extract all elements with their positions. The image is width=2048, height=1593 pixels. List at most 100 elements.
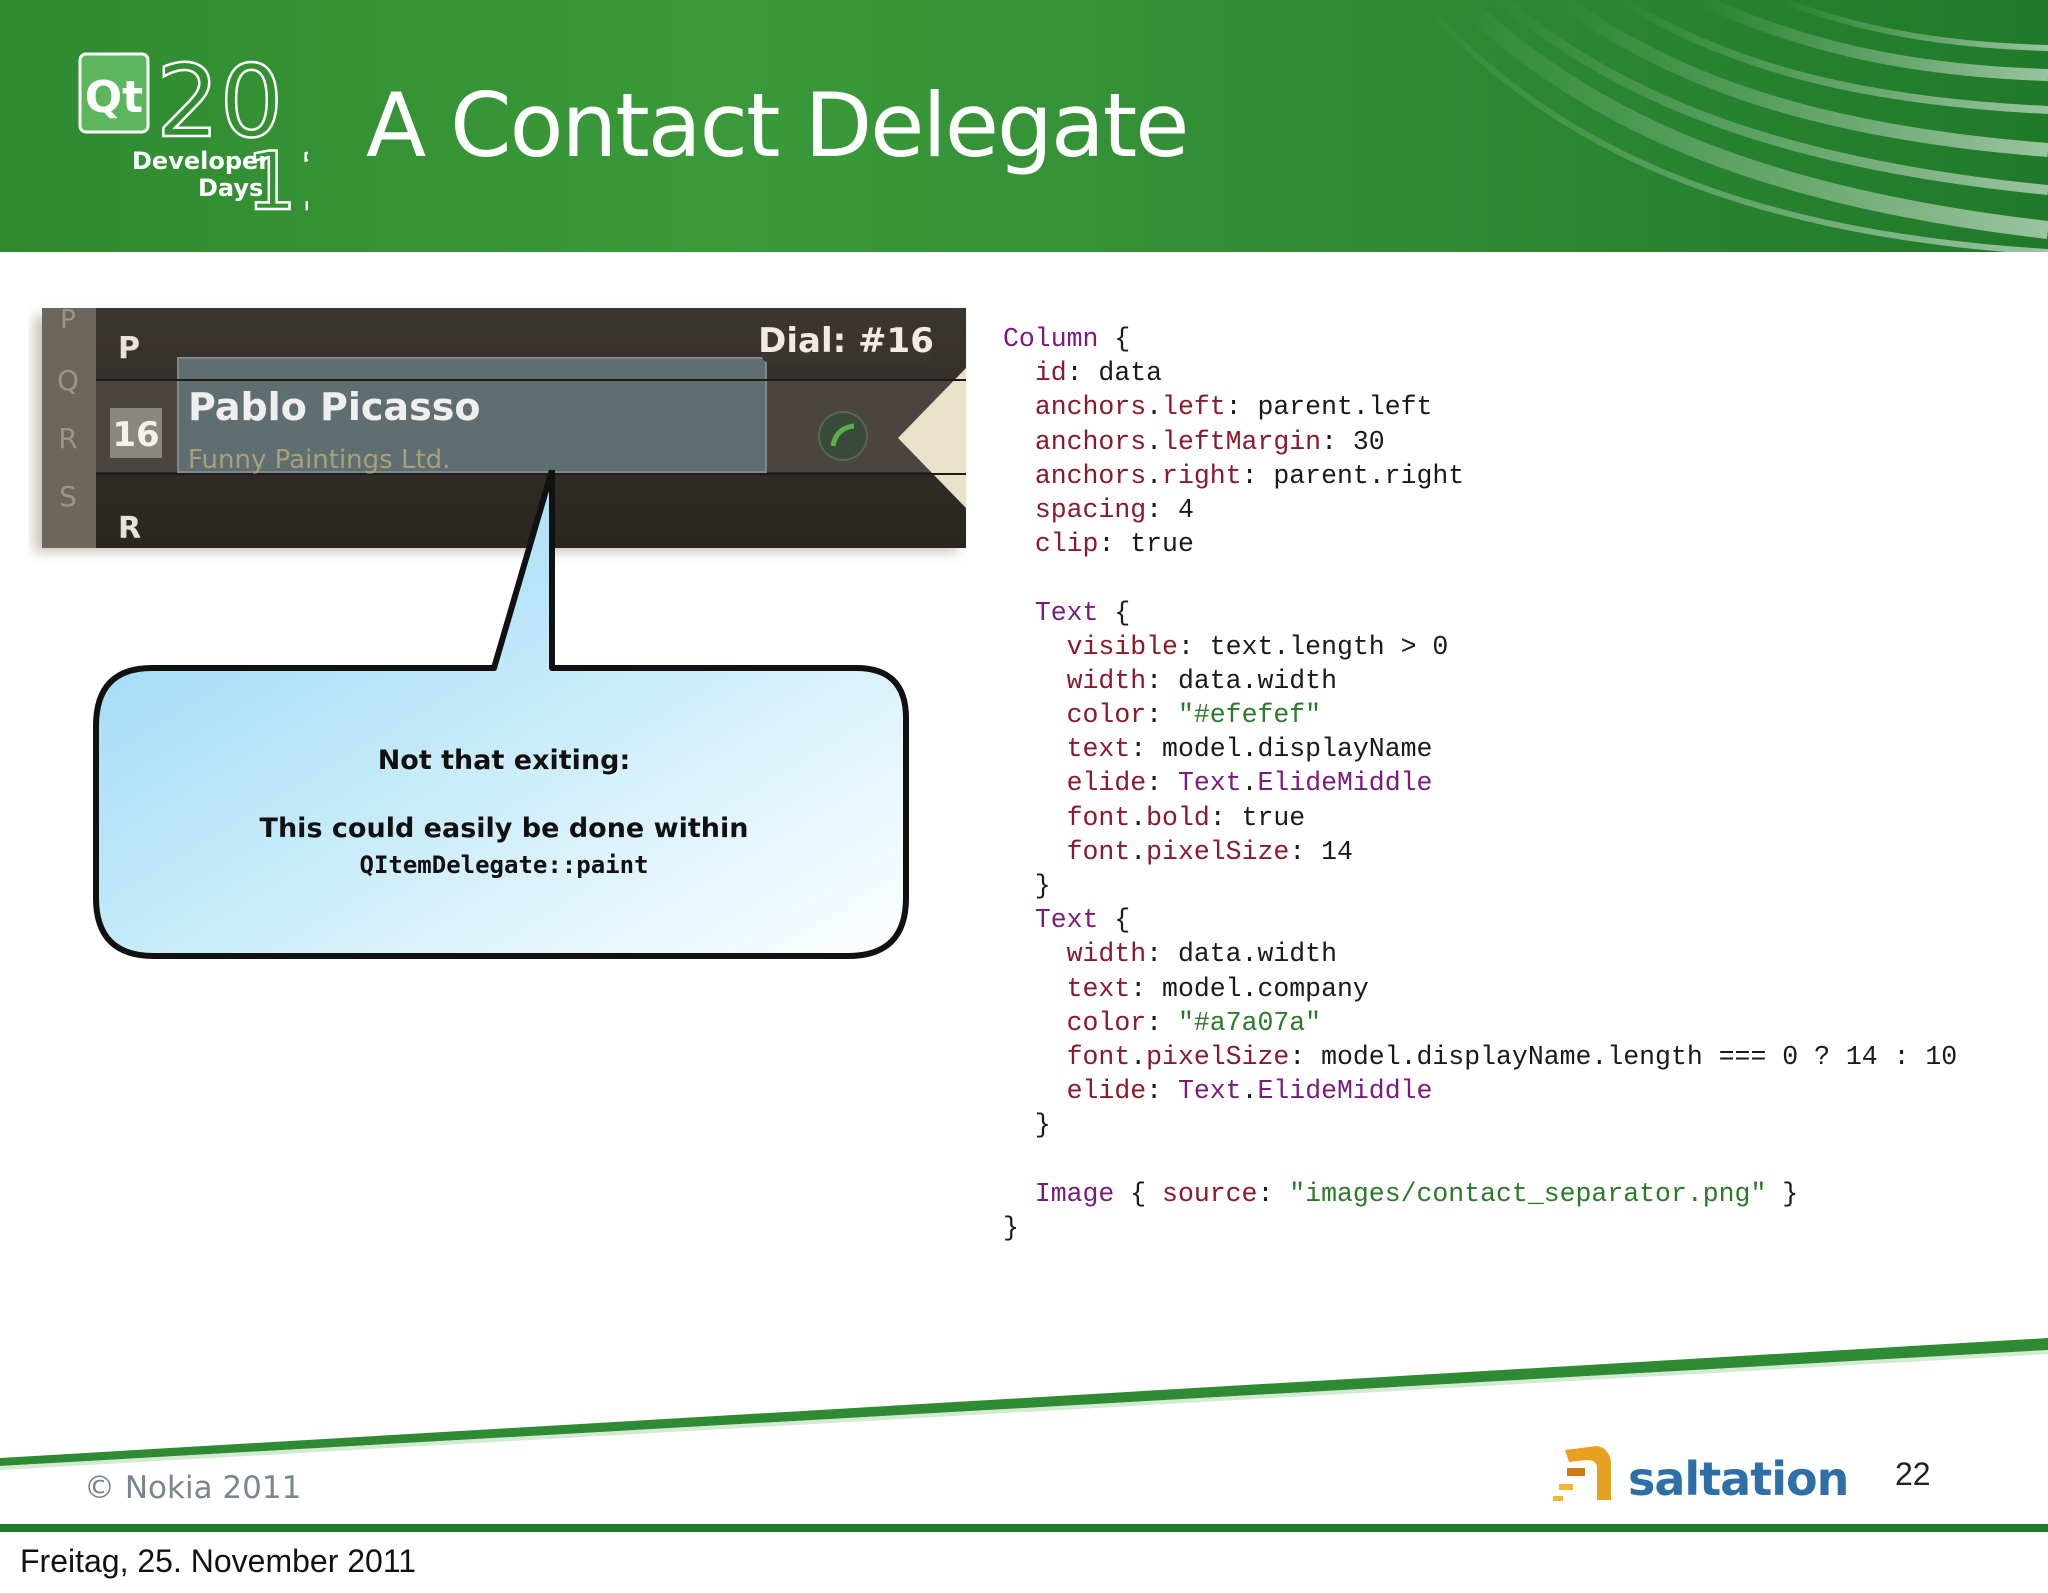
code-line: text: model.displayName	[1003, 732, 1957, 766]
code-token: : 4	[1146, 494, 1194, 525]
code-token: pixelSize	[1146, 836, 1290, 867]
code-line: color: "#a7a07a"	[1003, 1006, 1957, 1040]
code-token: Image	[1034, 1178, 1115, 1209]
code-line: }	[1003, 1211, 1957, 1245]
code-token: font	[1066, 802, 1131, 833]
code-token: : model.company	[1130, 973, 1369, 1004]
logo-qt-text: Qt	[85, 72, 143, 123]
code-token: ElideMiddle	[1257, 768, 1433, 799]
contact-name: Pablo Picasso	[188, 385, 480, 429]
callout-body: This could easily be done within	[259, 813, 749, 844]
code-line: elide: Text.ElideMiddle	[1003, 766, 1957, 800]
date-label: Freitag, 25. November 2011	[20, 1543, 417, 1579]
code-token: :	[1257, 1178, 1290, 1209]
page-number: 22	[1895, 1456, 1931, 1492]
contact-badge: 16	[112, 415, 159, 455]
code-token: elide	[1066, 768, 1147, 799]
code-token: Text	[1177, 1076, 1242, 1107]
code-token: : true	[1209, 802, 1306, 833]
copyright-notice: © Nokia 2011	[84, 1470, 302, 1506]
code-token: :	[1146, 700, 1178, 731]
code-token: : 30	[1321, 426, 1385, 457]
code-line: spacing: 4	[1003, 493, 1957, 527]
code-token: .	[1146, 426, 1163, 457]
code-token: font	[1066, 1041, 1131, 1072]
code-token: : 14	[1289, 836, 1353, 867]
code-token: visible	[1066, 631, 1178, 662]
code-token: }	[1003, 1110, 1051, 1141]
code-token: anchors	[1034, 426, 1147, 457]
code-line: font.bold: true	[1003, 801, 1957, 835]
code-line: anchors.leftMargin: 30	[1003, 425, 1957, 459]
code-token: .	[1241, 768, 1258, 799]
code-line: width: data.width	[1003, 664, 1957, 698]
code-token: color	[1066, 700, 1147, 731]
code-token: right	[1162, 460, 1242, 491]
code-token: anchors	[1034, 460, 1147, 491]
code-token: Text	[1034, 597, 1099, 628]
code-token: : model.displayName	[1130, 734, 1433, 765]
code-token: }	[1003, 1212, 1019, 1243]
code-token: color	[1066, 1007, 1147, 1038]
code-token: : data.width	[1146, 665, 1337, 696]
code-token: .	[1130, 836, 1147, 867]
code-token: leftMargin	[1162, 426, 1322, 457]
code-token: :	[1146, 1007, 1178, 1038]
slide-header: Qt 20 11 Developer Days A Contact Delega…	[0, 0, 2048, 252]
dial-label: Dial: #16	[758, 321, 934, 361]
code-line: Image { source: "images/contact_separato…	[1003, 1177, 1957, 1211]
code-token: Text	[1177, 768, 1242, 799]
section-header-p: P	[118, 331, 140, 366]
code-line: clip: true	[1003, 527, 1957, 561]
code-token: text	[1066, 973, 1131, 1004]
code-token: :	[1146, 768, 1178, 799]
code-line: elide: Text.ElideMiddle	[1003, 1074, 1957, 1108]
code-token: {	[1114, 1178, 1163, 1209]
code-token: {	[1098, 905, 1131, 936]
code-token: : model.displayName.length === 0 ? 14 : …	[1289, 1041, 1958, 1072]
code-token: : true	[1098, 529, 1194, 560]
code-line: }	[1003, 869, 1957, 903]
code-token: pixelSize	[1146, 1041, 1290, 1072]
index-letter-p: P	[60, 305, 76, 335]
code-token: }	[1003, 871, 1051, 901]
code-line: font.pixelSize: model.displayName.length…	[1003, 1040, 1958, 1074]
logo-developer-text: Developer	[132, 147, 270, 175]
code-line: id: data	[1003, 356, 1957, 390]
code-token: }	[1766, 1178, 1799, 1209]
code-token: clip	[1034, 529, 1099, 560]
code-token: spacing	[1034, 494, 1147, 525]
index-letter-r: R	[58, 422, 77, 455]
code-token: Text	[1034, 905, 1099, 936]
code-line: visible: text.length > 0	[1003, 630, 1957, 664]
code-token: bold	[1146, 802, 1210, 833]
callout-bubble	[93, 470, 909, 959]
code-token: text	[1066, 734, 1131, 765]
code-line: Text {	[1003, 596, 1957, 630]
code-line: Column {	[1003, 322, 1957, 356]
code-line: Text {	[1003, 903, 1957, 937]
code-line: anchors.left: parent.left	[1003, 390, 1957, 424]
code-token: elide	[1066, 1076, 1147, 1107]
code-line: anchors.right: parent.right	[1003, 459, 1957, 493]
code-token: id	[1034, 358, 1067, 389]
code-token: width	[1066, 665, 1147, 696]
code-token: anchors	[1034, 392, 1147, 423]
code-token: ElideMiddle	[1257, 1076, 1433, 1107]
